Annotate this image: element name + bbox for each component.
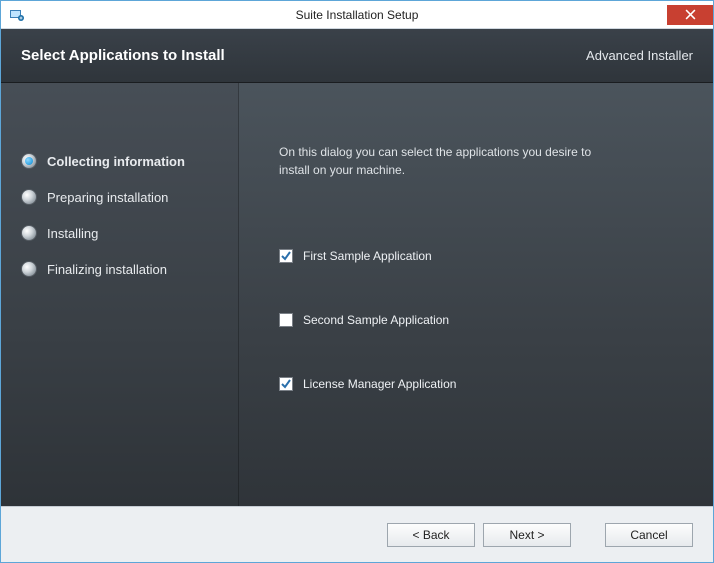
next-button[interactable]: Next > <box>483 523 571 547</box>
checkbox-icon[interactable] <box>279 249 293 263</box>
radio-icon <box>21 261 37 277</box>
app-label: License Manager Application <box>303 377 456 391</box>
header-bar: Select Applications to Install Advanced … <box>1 29 713 83</box>
window-title: Suite Installation Setup <box>296 8 419 22</box>
app-option-first-sample[interactable]: First Sample Application <box>279 249 673 263</box>
page-title: Select Applications to Install <box>21 47 225 64</box>
steps-sidebar: Collecting information Preparing install… <box>1 83 239 506</box>
installer-window: Suite Installation Setup Select Applicat… <box>0 0 714 563</box>
step-preparing: Preparing installation <box>21 189 226 205</box>
main-panel: On this dialog you can select the applic… <box>239 83 713 506</box>
radio-icon <box>21 153 37 169</box>
step-label: Preparing installation <box>47 190 168 205</box>
app-label: First Sample Application <box>303 249 432 263</box>
titlebar: Suite Installation Setup <box>1 1 713 29</box>
checkbox-icon[interactable] <box>279 377 293 391</box>
cancel-button[interactable]: Cancel <box>605 523 693 547</box>
checkbox-icon[interactable] <box>279 313 293 327</box>
app-option-license-manager[interactable]: License Manager Application <box>279 377 673 391</box>
radio-icon <box>21 189 37 205</box>
footer-bar: < Back Next > Cancel <box>1 506 713 562</box>
step-label: Collecting information <box>47 154 185 169</box>
radio-icon <box>21 225 37 241</box>
brand-label: Advanced Installer <box>586 48 693 63</box>
back-button[interactable]: < Back <box>387 523 475 547</box>
step-label: Finalizing installation <box>47 262 167 277</box>
step-collecting: Collecting information <box>21 153 226 169</box>
app-label: Second Sample Application <box>303 313 449 327</box>
step-finalizing: Finalizing installation <box>21 261 226 277</box>
body: Collecting information Preparing install… <box>1 83 713 506</box>
step-label: Installing <box>47 226 98 241</box>
close-button[interactable] <box>667 5 713 25</box>
app-icon <box>9 7 25 23</box>
description-text: On this dialog you can select the applic… <box>279 143 599 179</box>
app-option-second-sample[interactable]: Second Sample Application <box>279 313 673 327</box>
step-installing: Installing <box>21 225 226 241</box>
